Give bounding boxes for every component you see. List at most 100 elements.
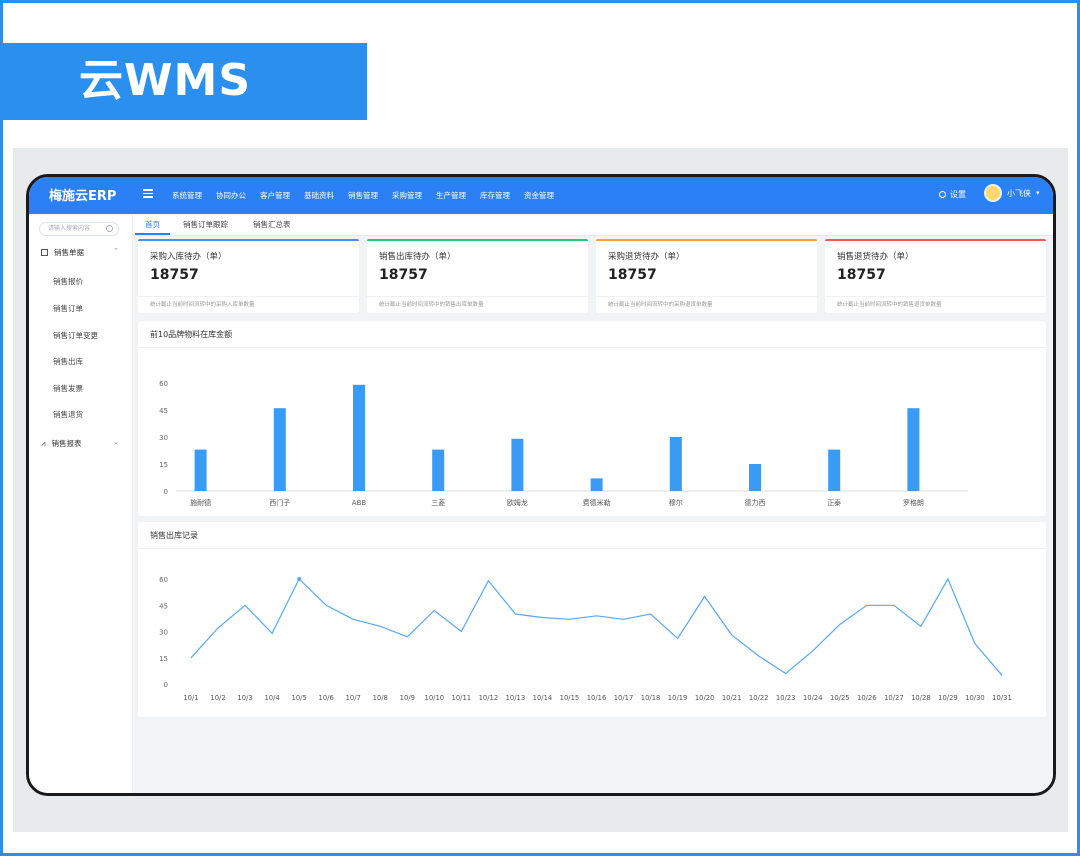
bar-德力西 bbox=[749, 464, 761, 491]
bar-罗格朗 bbox=[907, 408, 920, 491]
x-tick-label: 10/13 bbox=[506, 694, 526, 702]
stat-accent-bar bbox=[596, 239, 817, 241]
x-tick-label: 三菱 bbox=[431, 498, 445, 507]
y-tick-label: 30 bbox=[159, 434, 168, 442]
x-tick-label: 10/18 bbox=[641, 694, 661, 702]
x-tick-label: 10/9 bbox=[400, 694, 415, 702]
sidebar-item-order[interactable]: 销售订单 bbox=[53, 303, 83, 314]
x-tick-label: 10/3 bbox=[237, 694, 252, 702]
y-tick-label: 45 bbox=[159, 407, 168, 415]
stat-accent-bar bbox=[138, 239, 359, 241]
sidebar-item-quote[interactable]: 销售报价 bbox=[53, 276, 83, 287]
stat-value: 18757 bbox=[608, 267, 657, 283]
x-tick-label: 10/25 bbox=[830, 694, 850, 702]
chevron-down-icon: ⌄ bbox=[113, 438, 119, 446]
nav-item-basic-data[interactable]: 基础资料 bbox=[304, 190, 334, 201]
bar-穆尔 bbox=[669, 437, 682, 491]
sidebar-group-label: 销售报表 bbox=[51, 439, 82, 448]
bar-西门子 bbox=[273, 408, 286, 491]
sidebar-item-order-change[interactable]: 销售订单变更 bbox=[53, 330, 98, 341]
stat-accent-bar bbox=[825, 239, 1046, 241]
sidebar-group-sales-reports[interactable]: ⩘ 销售报表 ⌄ bbox=[41, 438, 119, 449]
sidebar-search-input[interactable]: 请输入搜索内容 bbox=[39, 222, 119, 236]
nav-item-system[interactable]: 系统管理 bbox=[172, 190, 202, 201]
x-tick-label: 10/20 bbox=[695, 694, 715, 702]
tab-order-tracking[interactable]: 销售订单跟踪 bbox=[173, 214, 238, 235]
stat-title: 销售出库待办（单） bbox=[379, 252, 456, 262]
sidebar-item-return[interactable]: 销售退货 bbox=[53, 409, 83, 420]
bar-欧姆龙 bbox=[511, 438, 524, 491]
app-brand[interactable]: 梅施云ERP bbox=[49, 185, 116, 204]
x-tick-label: 10/11 bbox=[452, 694, 472, 702]
chevron-up-icon: ⌃ bbox=[113, 247, 119, 255]
chevron-down-icon: ▾ bbox=[1036, 189, 1040, 197]
x-tick-label: 施耐德 bbox=[190, 498, 211, 507]
menu-toggle-icon[interactable] bbox=[143, 187, 155, 201]
x-tick-label: 10/23 bbox=[776, 694, 796, 702]
y-tick-label: 15 bbox=[159, 461, 168, 469]
stat-title: 采购入库待办（单） bbox=[150, 252, 227, 262]
sales-outbound-chart-card: 销售出库记录 0 15 30 45 60 10/1 10/2 10/3 10/4 10/5 10/6… bbox=[138, 522, 1046, 717]
x-tick-label: 德力西 bbox=[745, 498, 766, 507]
bar-chart: 0 15 30 45 60 施耐德 西门子 ABB 三菱 欧姆龙 费德米勒 穆尔 德力西 正泰 罗格朗 bbox=[159, 380, 968, 507]
x-tick-label: 10/28 bbox=[911, 694, 931, 702]
tab-home[interactable]: 首页 bbox=[135, 214, 170, 235]
nav-item-inventory[interactable]: 库存管理 bbox=[480, 190, 510, 201]
x-tick-label: 10/31 bbox=[992, 694, 1012, 702]
x-tick-label: 10/14 bbox=[533, 694, 553, 702]
stat-desc: 统计截止当前时间流转中的采购入库单数量 bbox=[150, 302, 255, 308]
sidebar-item-outbound[interactable]: 销售出库 bbox=[53, 356, 83, 367]
stat-value: 18757 bbox=[150, 267, 199, 283]
search-placeholder: 请输入搜索内容 bbox=[48, 225, 91, 232]
y-tick-label: 0 bbox=[164, 681, 168, 689]
x-tick-label: 西门子 bbox=[269, 498, 290, 507]
nav-item-funds[interactable]: 资金管理 bbox=[524, 190, 554, 201]
x-tick-label: 罗格朗 bbox=[903, 498, 924, 507]
stat-card-sales-return[interactable]: 销售退货待办（单） 18757 统计截止当前时间流转中的销售退货单数量 bbox=[825, 239, 1046, 313]
nav-item-office[interactable]: 协同办公 bbox=[216, 190, 246, 201]
x-tick-label: 10/12 bbox=[479, 694, 499, 702]
x-tick-label: 10/21 bbox=[722, 694, 742, 702]
x-tick-label: 10/2 bbox=[210, 694, 225, 702]
sidebar-item-invoice[interactable]: 销售发票 bbox=[53, 383, 83, 394]
bar-正泰 bbox=[828, 449, 841, 491]
x-tick-label: 10/7 bbox=[346, 694, 361, 702]
avatar bbox=[984, 184, 1002, 202]
nav-item-customers[interactable]: 客户管理 bbox=[260, 190, 290, 201]
x-tick-label: 10/1 bbox=[183, 694, 198, 702]
x-tick-label: 10/27 bbox=[884, 694, 904, 702]
user-menu[interactable]: 小飞侠 ▾ bbox=[984, 184, 1040, 202]
settings-button[interactable]: 设置 bbox=[939, 189, 966, 200]
stat-value: 18757 bbox=[379, 267, 428, 283]
app-window: 梅施云ERP 系统管理 协同办公 客户管理 基础资料 销售管理 采购管理 生产管… bbox=[26, 174, 1056, 796]
top-navbar: 梅施云ERP 系统管理 协同办公 客户管理 基础资料 销售管理 采购管理 生产管… bbox=[29, 177, 1053, 214]
stat-value: 18757 bbox=[837, 267, 886, 283]
stat-desc: 统计截止当前时间流转中的销售退货单数量 bbox=[837, 302, 942, 308]
stat-accent-bar bbox=[367, 239, 588, 241]
x-tick-label: 正泰 bbox=[827, 498, 841, 507]
divider bbox=[138, 296, 359, 297]
settings-label: 设置 bbox=[950, 190, 966, 199]
x-tick-label: 10/6 bbox=[319, 694, 334, 702]
stat-card-purchase-inbound[interactable]: 采购入库待办（单） 18757 统计截止当前时间流转中的采购入库单数量 bbox=[138, 239, 359, 313]
x-tick-label: 欧姆龙 bbox=[507, 498, 528, 507]
search-icon bbox=[106, 225, 113, 232]
nav-item-purchase[interactable]: 采购管理 bbox=[392, 190, 422, 201]
tab-sales-summary[interactable]: 销售汇总表 bbox=[243, 214, 301, 235]
nav-item-sales[interactable]: 销售管理 bbox=[348, 190, 378, 201]
nav-item-production[interactable]: 生产管理 bbox=[436, 190, 466, 201]
stat-card-sales-outbound[interactable]: 销售出库待办（单） 18757 统计截止当前时间流转中的销售出库单数量 bbox=[367, 239, 588, 313]
document-icon bbox=[41, 249, 48, 256]
stat-title: 销售退货待办（单） bbox=[837, 252, 914, 262]
bar-三菱 bbox=[432, 449, 445, 491]
brand-inventory-chart-card: 前10品牌物料在库金额 0 15 30 45 60 施耐德 西门子 ABB 三菱 欧姆龙 费德米勒穆… bbox=[138, 321, 1046, 516]
stat-card-purchase-return[interactable]: 采购退货待办（单） 18757 统计截止当前时间流转中的采购退货单数量 bbox=[596, 239, 817, 313]
banner-title: 云WMS bbox=[79, 55, 252, 106]
y-tick-label: 60 bbox=[159, 576, 168, 584]
report-chart-icon: ⩘ bbox=[41, 438, 46, 448]
main-nav: 系统管理 协同办公 客户管理 基础资料 销售管理 采购管理 生产管理 库存管理 … bbox=[172, 190, 568, 201]
sidebar-group-sales-docs[interactable]: 销售单据 ⌃ bbox=[41, 247, 119, 258]
bar-费德米勒 bbox=[590, 478, 603, 491]
x-tick-label: 10/10 bbox=[425, 694, 445, 702]
line-chart: 0 15 30 45 60 10/1 10/2 10/3 10/4 10/5 10/6 10/7 10/… bbox=[159, 576, 1012, 702]
